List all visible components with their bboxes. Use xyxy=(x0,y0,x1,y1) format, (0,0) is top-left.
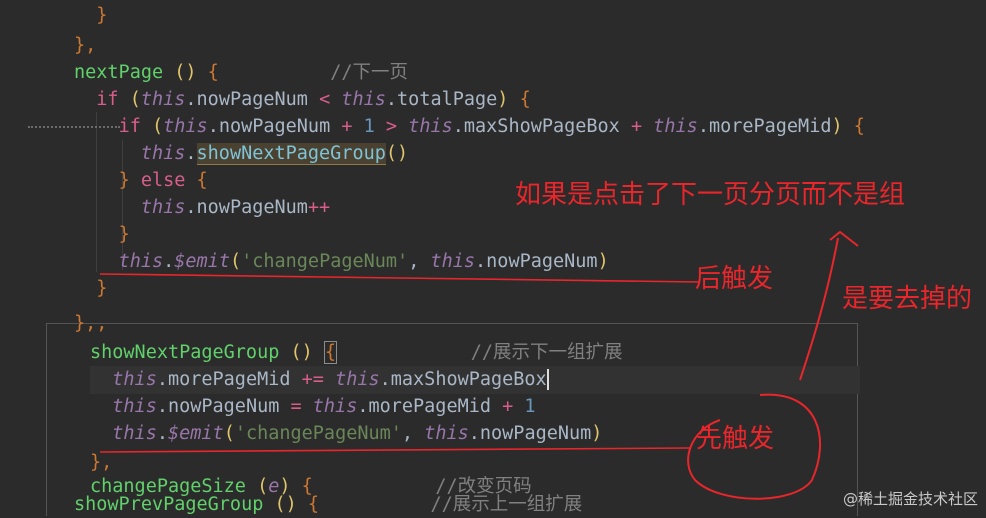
annotation-note-remove: 是要去掉的 xyxy=(842,284,973,314)
annotation-strokes xyxy=(99,230,859,500)
annotation-note-first: 先触发 xyxy=(696,424,775,454)
watermark: @稀土掘金技术社区 xyxy=(842,490,978,508)
annotation-note-top: 如果是点击了下一页分页而不是组 xyxy=(515,180,906,210)
annotation-note-later: 后触发 xyxy=(695,264,774,294)
